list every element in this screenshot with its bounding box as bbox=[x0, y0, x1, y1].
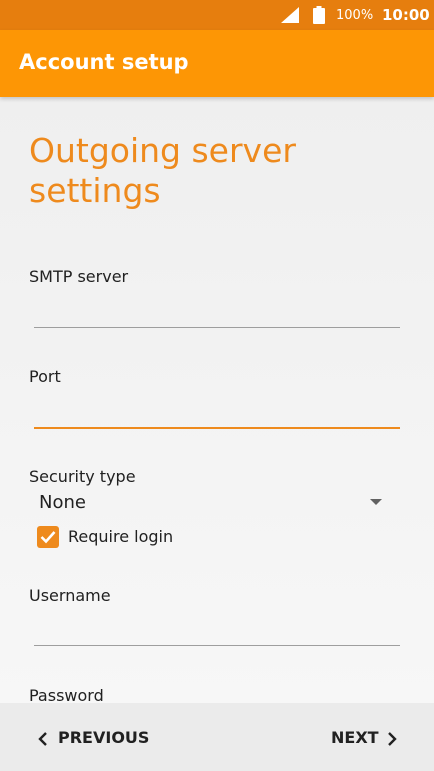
form-content[interactable]: Outgoing server settings SMTP server Por… bbox=[0, 97, 434, 703]
require-login-checkbox[interactable] bbox=[37, 526, 59, 548]
password-label: Password bbox=[29, 686, 104, 703]
dropdown-arrow-icon[interactable] bbox=[370, 499, 382, 505]
chevron-right-icon bbox=[388, 732, 397, 746]
status-bar: 100% 10:00 bbox=[0, 0, 434, 30]
username-field[interactable] bbox=[34, 617, 400, 646]
require-login-label[interactable]: Require login bbox=[68, 527, 173, 547]
security-type-dropdown[interactable]: None bbox=[39, 492, 86, 514]
port-label: Port bbox=[29, 367, 61, 386]
clock: 10:00 bbox=[382, 6, 430, 24]
signal-icon bbox=[281, 7, 299, 23]
username-label: Username bbox=[29, 586, 111, 605]
bottom-navigation: PREVIOUS NEXT bbox=[0, 703, 434, 771]
app-bar-title: Account setup bbox=[19, 50, 189, 74]
port-field[interactable] bbox=[34, 399, 400, 429]
chevron-left-icon bbox=[38, 732, 47, 746]
smtp-server-field[interactable] bbox=[34, 299, 400, 328]
app-bar: Account setup bbox=[0, 30, 434, 97]
battery-level: 100% bbox=[336, 8, 374, 23]
previous-label: PREVIOUS bbox=[58, 728, 150, 747]
page-title: Outgoing server settings bbox=[29, 131, 296, 210]
security-type-label: Security type bbox=[29, 467, 136, 486]
smtp-server-label: SMTP server bbox=[29, 267, 129, 286]
battery-icon bbox=[313, 6, 325, 24]
next-label: NEXT bbox=[331, 728, 379, 747]
checkmark-icon bbox=[40, 531, 56, 544]
